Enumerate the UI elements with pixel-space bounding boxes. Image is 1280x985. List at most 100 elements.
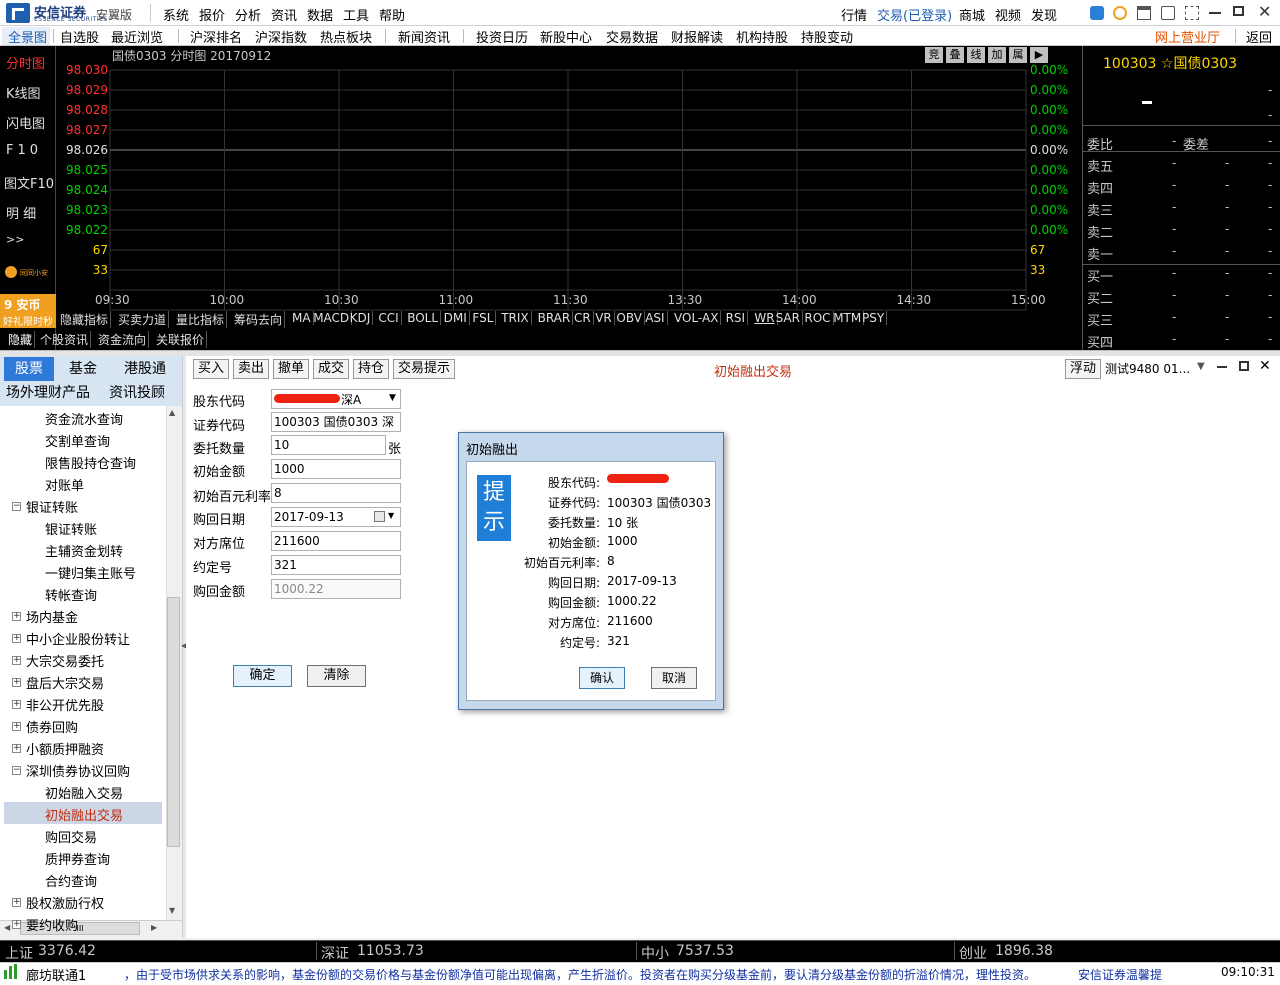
branch-name[interactable]: 廊坊联通1 <box>26 965 86 984</box>
menu-tools[interactable]: 工具 <box>343 5 369 24</box>
tree-item[interactable]: 一键归集主账号 <box>45 563 136 582</box>
cancel-order-button[interactable]: 撤单 <box>273 359 310 379</box>
nav-panorama[interactable]: 全景图 <box>8 27 47 46</box>
minimize-icon[interactable] <box>1209 12 1221 14</box>
scroll-thumb[interactable] <box>167 597 180 847</box>
fullscreen-icon[interactable] <box>1185 6 1199 20</box>
tree-group[interactable]: 股权激励行权 <box>26 893 104 912</box>
tree-expand-icon[interactable]: + <box>12 744 21 753</box>
menu-data[interactable]: 数据 <box>307 5 333 24</box>
tab-stocks[interactable]: 股票 <box>4 357 54 381</box>
nav-index[interactable]: 沪深指数 <box>255 27 307 46</box>
sz-index[interactable]: 11053.73 <box>357 943 424 959</box>
chart-tool-button[interactable]: 竞 <box>925 47 943 63</box>
scroll-left-icon[interactable]: ◀ <box>4 923 10 932</box>
sh-index[interactable]: 3376.42 <box>38 943 96 959</box>
tree-item[interactable]: 资金流水查询 <box>45 409 123 428</box>
trade-tips-button[interactable]: 交易提示 <box>393 359 456 379</box>
nav-news[interactable]: 新闻资讯 <box>398 27 450 46</box>
tree-item[interactable]: 银证转账 <box>45 519 97 538</box>
tab-otc-products[interactable]: 场外理财产品 <box>0 381 96 405</box>
tree-expand-icon[interactable]: + <box>12 920 21 929</box>
tree-item[interactable]: 初始融入交易 <box>45 783 123 802</box>
tree-expand-icon[interactable]: + <box>12 700 21 709</box>
video-link[interactable]: 视频 <box>995 5 1021 24</box>
tree-group[interactable]: 要约收购 <box>26 915 78 934</box>
indicator-tab[interactable]: 量比指标 <box>174 311 228 328</box>
tree-item[interactable]: 限售股持仓查询 <box>45 453 136 472</box>
nav-watchlist[interactable]: 自选股 <box>60 27 99 46</box>
security-input[interactable]: 100303 国债0303 深 <box>271 412 401 432</box>
positions-button[interactable]: 持仓 <box>353 359 390 379</box>
tab-hk-connect[interactable]: 港股通 <box>112 357 178 381</box>
confirm-button[interactable]: 确定 <box>233 665 292 687</box>
indicator-tab[interactable]: FSL <box>470 311 497 325</box>
tree-expand-icon[interactable]: + <box>12 634 21 643</box>
menu-analysis[interactable]: 分析 <box>235 5 261 24</box>
skin-icon[interactable] <box>1161 6 1175 20</box>
menu-news[interactable]: 资讯 <box>271 5 297 24</box>
indicator-tab[interactable]: CR <box>572 311 594 325</box>
chart-tool-button[interactable]: 加 <box>988 47 1006 63</box>
dialog-ok-button[interactable]: 确认 <box>579 667 625 689</box>
chart-tool-button[interactable]: 叠 <box>946 47 964 63</box>
holder-dropdown-icon[interactable]: ▼ <box>389 393 396 403</box>
tree-item[interactable]: 购回交易 <box>45 827 97 846</box>
indicator-tab[interactable]: RSI <box>724 311 749 325</box>
tree-group[interactable]: 非公开优先股 <box>26 695 104 714</box>
tree-expand-icon[interactable]: + <box>12 656 21 665</box>
nav-holding-changes[interactable]: 持股变动 <box>801 27 853 46</box>
account-selector[interactable]: 测试9480 01... <box>1105 360 1190 377</box>
chart-bottom-tab[interactable]: 个股资讯 <box>38 331 92 348</box>
tab-advisory[interactable]: 资讯投顾 <box>100 381 174 405</box>
deals-button[interactable]: 成交 <box>313 359 350 379</box>
tree-expand-icon[interactable]: + <box>12 678 21 687</box>
discover-link[interactable]: 发现 <box>1031 5 1057 24</box>
mall-link[interactable]: 商城 <box>959 5 985 24</box>
online-hall-link[interactable]: 网上营业厅 <box>1155 27 1220 46</box>
indicator-tab[interactable]: OBV <box>614 311 645 325</box>
indicator-tab[interactable]: 隐藏指标 <box>58 311 112 328</box>
buy-button[interactable]: 买入 <box>193 359 230 379</box>
contract-input[interactable]: 321 <box>271 555 401 575</box>
rate-input[interactable]: 8 <box>271 483 401 503</box>
trade-link[interactable]: 交易(已登录) <box>877 5 952 24</box>
close-icon[interactable]: ✕ <box>1258 2 1271 21</box>
tree-group[interactable]: 中小企业股份转让 <box>26 629 130 648</box>
seat-input[interactable]: 211600 <box>271 531 401 551</box>
nav-hot-sectors[interactable]: 热点板块 <box>320 27 372 46</box>
qty-input[interactable]: 10 <box>271 435 386 455</box>
tree-expand-icon[interactable]: − <box>12 766 21 775</box>
indicator-tab[interactable]: SAR <box>774 311 803 325</box>
calendar-icon[interactable] <box>374 511 385 522</box>
graduation-cap-icon[interactable] <box>1090 6 1104 20</box>
indicator-tab[interactable]: ASI <box>643 311 668 325</box>
chart-tool-button[interactable]: 属 <box>1009 47 1027 63</box>
nav-calendar[interactable]: 投资日历 <box>476 27 528 46</box>
tree-item[interactable]: 交割单查询 <box>45 431 110 450</box>
nav-ipo[interactable]: 新股中心 <box>540 27 592 46</box>
quote-code-name[interactable]: 100303 ☆国债0303 <box>1103 53 1237 73</box>
restore-icon[interactable] <box>1233 6 1244 16</box>
chart-bottom-tab[interactable]: 隐藏 <box>6 331 36 348</box>
nav-trade-data[interactable]: 交易数据 <box>606 27 658 46</box>
indicator-tab[interactable]: PSY <box>860 311 888 325</box>
indicator-tab[interactable]: TRIX <box>499 311 532 325</box>
zx-index[interactable]: 7537.53 <box>676 943 734 959</box>
indicator-tab[interactable]: 买卖力道 <box>116 311 170 328</box>
dialog-cancel-button[interactable]: 取消 <box>651 667 697 689</box>
chart-bottom-tab[interactable]: 资金流向 <box>96 331 150 348</box>
menu-system[interactable]: 系统 <box>163 5 189 24</box>
quotes-link[interactable]: 行情 <box>841 5 867 24</box>
scroll-down-icon[interactable]: ▼ <box>169 906 175 915</box>
smiley-icon[interactable] <box>1113 6 1127 20</box>
nav-institutions[interactable]: 机构持股 <box>736 27 788 46</box>
scroll-up-icon[interactable]: ▲ <box>169 408 175 417</box>
cy-index[interactable]: 1896.38 <box>995 943 1053 959</box>
tree-group[interactable]: 债券回购 <box>26 717 78 736</box>
chart-tool-button[interactable]: ▶ <box>1030 47 1048 63</box>
scroll-right-icon[interactable]: ▶ <box>151 923 157 932</box>
tab-funds[interactable]: 基金 <box>58 357 108 381</box>
back-button[interactable]: 返回 <box>1246 27 1272 46</box>
chart-bottom-tab[interactable]: 关联报价 <box>154 331 208 348</box>
